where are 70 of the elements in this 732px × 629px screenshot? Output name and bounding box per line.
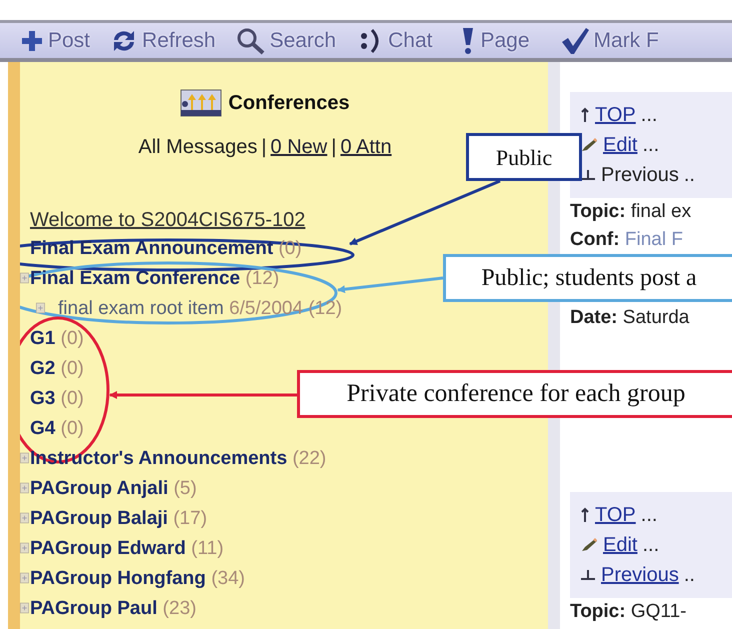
filter-label: All Messages xyxy=(138,135,258,160)
conference-link[interactable]: PAGroup Paul xyxy=(30,598,158,619)
conference-link[interactable]: PAGroup Anjali xyxy=(30,478,168,499)
ellipsis-text: .. xyxy=(684,163,695,188)
message-count: (22) xyxy=(292,448,326,469)
message-count: (11) xyxy=(191,538,224,559)
toolbar-button[interactable]: Refresh xyxy=(110,24,216,56)
field-value: GQ11- xyxy=(630,601,686,622)
conference-link[interactable]: final exam root item xyxy=(58,298,224,319)
field-label: Topic: xyxy=(570,201,626,222)
toolbar-button[interactable]: Page xyxy=(460,24,530,56)
action-label: Previous xyxy=(601,163,679,188)
conference-link[interactable]: PAGroup Hongfang xyxy=(30,568,206,589)
arrow-up-icon xyxy=(580,107,590,123)
message-count: (0) xyxy=(60,328,84,349)
conference-link[interactable]: G1 xyxy=(30,328,56,349)
message-count: (34) xyxy=(211,568,245,589)
action-link[interactable]: Previous xyxy=(601,560,679,590)
toolbar-button[interactable]: Post xyxy=(20,24,90,56)
checkmark-icon xyxy=(560,26,590,56)
pencil-icon xyxy=(580,137,598,153)
conference-link[interactable]: PAGroup Edward xyxy=(30,538,186,559)
conference-link[interactable]: PAGroup Balaji xyxy=(30,508,168,529)
callout-box: Public xyxy=(466,133,582,181)
previous-icon xyxy=(580,569,596,581)
field-value: Final F xyxy=(624,229,683,250)
ellipsis-text: ... xyxy=(640,503,658,528)
toolbar-button[interactable]: Chat xyxy=(358,24,432,56)
welcome-link[interactable]: Welcome to S2004CIS675-102 xyxy=(30,207,306,233)
action-link[interactable]: Edit xyxy=(603,130,638,160)
field-label: Conf: xyxy=(570,229,620,250)
plus-icon xyxy=(20,28,44,52)
callout-box: Public; students post a xyxy=(443,254,732,302)
ellipsis-text: ... xyxy=(640,103,658,128)
filter-link[interactable]: 0 New xyxy=(270,134,328,160)
action-link[interactable]: Edit xyxy=(603,530,638,560)
message-count: (0) xyxy=(60,358,84,379)
callout-box: Private conference for each group xyxy=(297,370,732,418)
conference-link[interactable]: G4 xyxy=(30,418,56,439)
conference-link[interactable]: G2 xyxy=(30,358,56,379)
ellipsis-text: ... xyxy=(642,133,660,158)
filter-link[interactable]: 0 Attn xyxy=(340,134,392,160)
field-label: Topic: xyxy=(570,601,626,622)
message-count: (5) xyxy=(174,478,197,499)
pencil-icon xyxy=(580,537,598,553)
separator-text: | xyxy=(261,135,267,160)
message-count: (0) xyxy=(60,418,84,439)
field-label: Date: xyxy=(570,307,618,328)
field-value: final ex xyxy=(630,201,692,222)
toolbar-button[interactable]: Search xyxy=(236,24,336,56)
message-count: (12) xyxy=(245,268,280,289)
conference-link[interactable]: Final Exam Conference xyxy=(30,268,240,289)
toolbar-button[interactable]: Mark F xyxy=(560,24,659,56)
message-count: (23) xyxy=(162,598,196,619)
message-count: (0) xyxy=(60,388,84,409)
action-link[interactable]: TOP xyxy=(595,100,636,130)
message-count: (17) xyxy=(173,508,208,529)
previous-icon xyxy=(580,169,596,181)
panel-title: Conferences xyxy=(228,91,350,115)
arrow-up-icon xyxy=(580,507,590,523)
conference-link[interactable]: G3 xyxy=(30,388,56,409)
separator-text: | xyxy=(331,135,336,160)
field-value: Saturda xyxy=(622,307,690,328)
ellipsis-text: .. xyxy=(684,563,695,588)
message-count: 6/5/2004 (12) xyxy=(229,298,342,319)
conference-icon xyxy=(180,88,224,118)
search-icon xyxy=(236,26,266,54)
conference-link[interactable]: Final Exam Announcement xyxy=(30,238,274,259)
ellipsis-text: ... xyxy=(642,533,660,558)
action-link[interactable]: TOP xyxy=(595,500,636,530)
